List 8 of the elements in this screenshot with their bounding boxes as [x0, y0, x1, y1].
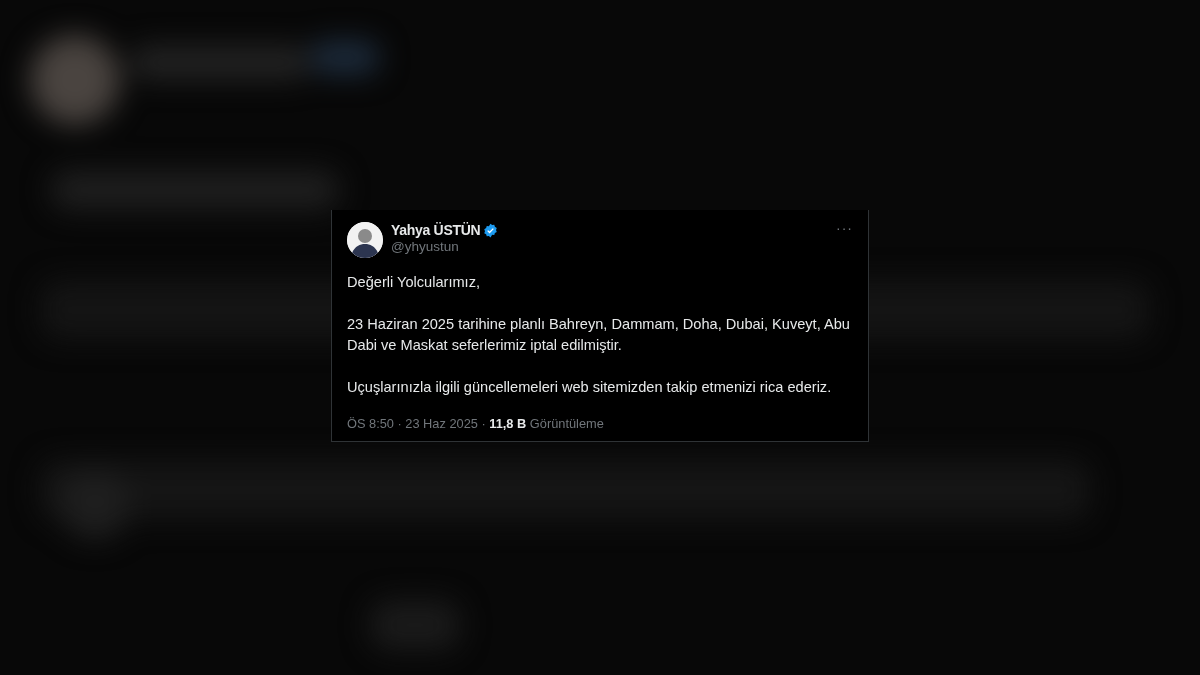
user-name[interactable]: Yahya ÜSTÜN	[391, 222, 481, 238]
tweet-paragraph: Uçuşlarınızla ilgili güncellemeleri web sitemizden takip etmenizi rica ederiz.	[347, 378, 833, 397]
avatar-icon[interactable]	[347, 222, 383, 258]
user-handle[interactable]: @yhyustun	[391, 239, 828, 254]
tweet-paragraph: Değerli Yolcularımız,	[347, 273, 482, 292]
tweet-paragraph: 23 Haziran 2025 tarihine planlı Bahreyn, Dammam, Doha, Dubai, Kuveyt, Abu Dabi ve Maskat seferlerimiz iptal edilmiştir.	[347, 315, 851, 355]
tweet-metadata: ÖS 8:50 · 23 Haz 2025 · 11,8 B Görüntüleme	[347, 416, 605, 431]
more-button[interactable]: ···	[836, 220, 853, 236]
